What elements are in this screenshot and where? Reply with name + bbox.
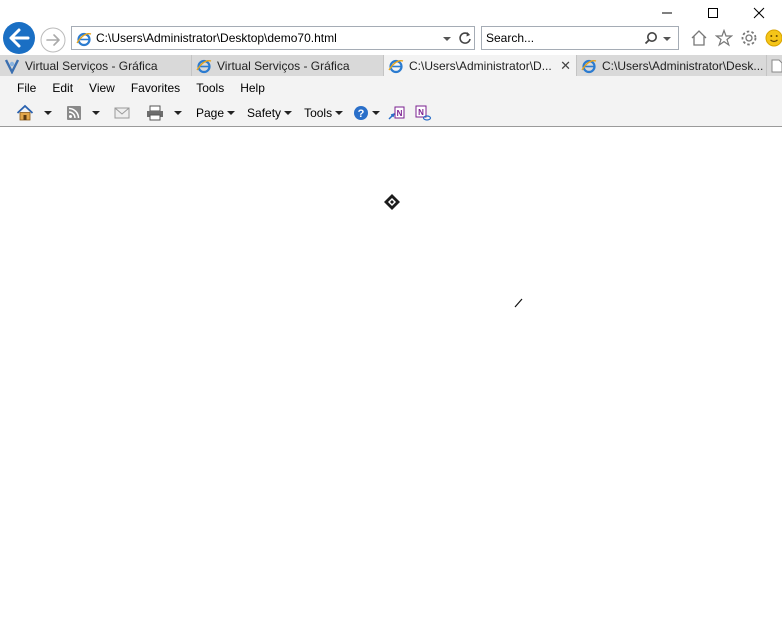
page-menu-button[interactable]: Page [196, 102, 236, 124]
feeds-dropdown-icon[interactable] [92, 111, 100, 115]
refresh-icon[interactable] [458, 31, 472, 48]
print-button[interactable] [146, 102, 182, 124]
smiley-icon [765, 29, 782, 47]
ie-page-icon [196, 58, 212, 74]
new-tab-button[interactable] [767, 55, 782, 76]
forward-button[interactable] [40, 27, 66, 53]
print-dropdown-icon[interactable] [174, 111, 182, 115]
home-button[interactable] [688, 27, 709, 49]
menu-bar: File Edit View Favorites Tools Help [0, 76, 782, 100]
home-dropdown-icon[interactable] [44, 111, 52, 115]
menu-file[interactable]: File [9, 77, 44, 99]
onenote-send-icon: N [388, 106, 405, 120]
star-icon [714, 29, 733, 47]
tab-label: Virtual Serviços - Gráfica [25, 58, 158, 73]
close-tab-icon[interactable]: ✕ [560, 58, 571, 74]
diamond-shape [382, 192, 402, 215]
address-bar[interactable]: C:\Users\Administrator\Desktop\demo70.ht… [71, 26, 475, 50]
home-icon [691, 30, 706, 46]
site-favicon-icon [4, 58, 20, 74]
page-menu-label: Page [196, 106, 225, 120]
tab-virtual-servicos-2[interactable]: Virtual Serviços - Gráfica [192, 55, 384, 76]
browser-tools [688, 27, 782, 49]
new-tab-icon [771, 59, 782, 72]
ie-page-icon [388, 58, 404, 74]
svg-text:?: ? [358, 108, 365, 120]
safety-menu-button[interactable]: Safety [247, 102, 293, 124]
back-button[interactable] [1, 22, 37, 54]
feedback-button[interactable] [763, 27, 782, 49]
menu-edit[interactable]: Edit [44, 77, 81, 99]
tab-bar: Virtual Serviços - Gráfica Virtual Servi… [0, 55, 782, 76]
tools-menu-label: Tools [304, 106, 333, 120]
address-dropdown-icon[interactable] [442, 32, 452, 47]
help-dropdown-icon [372, 111, 381, 115]
favorites-button[interactable] [713, 27, 734, 49]
minimize-icon [662, 12, 672, 14]
read-mail-button[interactable] [114, 102, 130, 124]
address-url: C:\Users\Administrator\Desktop\demo70.ht… [96, 31, 337, 45]
gear-icon [741, 30, 756, 46]
rss-feed-icon [67, 106, 81, 120]
feeds-button[interactable] [66, 102, 100, 124]
tab-label: Virtual Serviços - Gráfica [217, 58, 350, 73]
search-dropdown-icon[interactable] [662, 32, 672, 47]
help-menu-button[interactable]: ? [353, 102, 381, 124]
settings-button[interactable] [738, 27, 759, 49]
page-dropdown-icon [227, 111, 236, 115]
tools-menu-button[interactable]: Tools [304, 102, 344, 124]
tab-virtual-servicos-1[interactable]: Virtual Serviços - Gráfica [0, 55, 192, 76]
search-input[interactable] [486, 27, 636, 49]
tab-administrator-desktop[interactable]: C:\Users\Administrator\Desk... [577, 55, 767, 76]
ie-page-icon [76, 31, 92, 50]
maximize-icon [708, 8, 718, 18]
tab-label: C:\Users\Administrator\D... [409, 58, 552, 73]
menu-favorites[interactable]: Favorites [123, 77, 188, 99]
svg-text:N: N [397, 109, 403, 118]
menu-help[interactable]: Help [232, 77, 273, 99]
help-icon: ? [354, 106, 369, 120]
diamond-icon [384, 194, 400, 210]
search-box[interactable] [481, 26, 679, 50]
svg-text:N: N [418, 108, 424, 117]
tab-demo70-active[interactable]: C:\Users\Administrator\D... ✕ [384, 55, 577, 76]
line-stroke [514, 297, 524, 312]
menu-tools[interactable]: Tools [188, 77, 232, 99]
home-icon [16, 104, 34, 121]
menu-view[interactable]: View [81, 77, 123, 99]
printer-icon [147, 105, 163, 121]
tab-label: C:\Users\Administrator\Desk... [602, 58, 764, 73]
mail-icon [114, 107, 130, 119]
page-content [0, 128, 782, 629]
forward-arrow-icon [40, 27, 66, 53]
safety-dropdown-icon [284, 111, 293, 115]
command-bar: Page Safety Tools ? N N [0, 100, 782, 127]
onenote-linked-icon: N [415, 105, 432, 121]
close-icon [753, 7, 765, 19]
tools-dropdown-icon [335, 111, 344, 115]
home-command-button[interactable] [16, 102, 52, 124]
ie-page-icon [581, 58, 597, 74]
onenote-send-button[interactable]: N [388, 102, 406, 124]
onenote-linked-notes-button[interactable]: N [414, 102, 432, 124]
back-arrow-icon [3, 22, 35, 54]
navigation-bar: C:\Users\Administrator\Desktop\demo70.ht… [0, 22, 782, 54]
search-icon[interactable] [644, 31, 658, 48]
safety-menu-label: Safety [247, 106, 282, 120]
